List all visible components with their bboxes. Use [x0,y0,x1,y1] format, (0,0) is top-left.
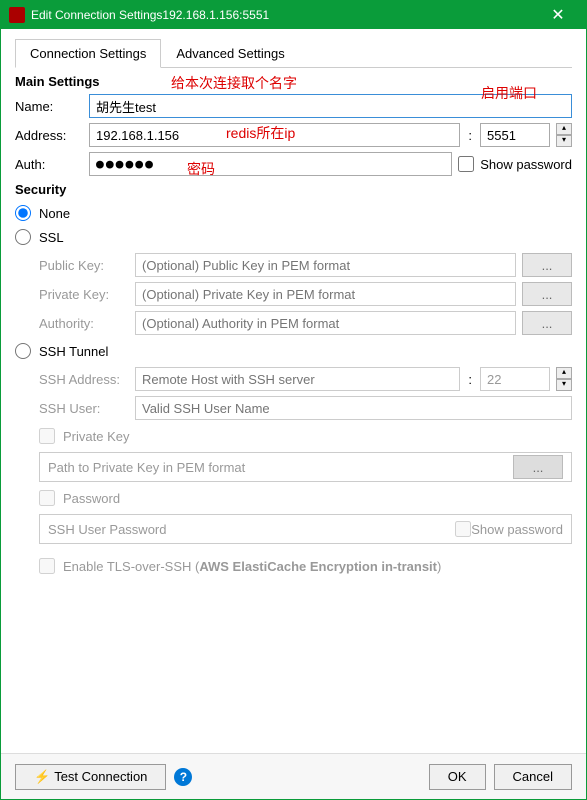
ssh-private-key-path-input: Path to Private Key in PEM format [48,460,513,475]
tab-bar: Connection Settings Advanced Settings [15,39,572,68]
address-label: Address: [15,128,83,143]
address-input[interactable] [89,123,460,147]
security-ssl-row: SSL [15,229,572,245]
ssh-port-input [480,367,550,391]
security-heading: Security [15,182,572,197]
port-input[interactable] [480,123,550,147]
name-row: Name: [15,94,572,118]
ssh-show-password-label: Show password [471,522,563,537]
address-port-separator: : [466,128,474,143]
tab-advanced-settings[interactable]: Advanced Settings [161,39,299,67]
help-icon[interactable]: ? [174,768,192,786]
auth-input[interactable] [89,152,452,176]
main-settings-heading: Main Settings [15,74,572,89]
ssl-public-key-browse-button[interactable]: ... [522,253,572,277]
security-ssh-radio[interactable] [15,343,31,359]
dialog-window: Edit Connection Settings192.168.1.156:55… [0,0,587,800]
auth-row: Auth: Show password [15,152,572,176]
chevron-up-icon[interactable]: ▴ [556,123,572,135]
ssl-authority-label: Authority: [39,316,129,331]
ssh-private-key-path-row: Path to Private Key in PEM format ... [39,452,572,482]
ssh-private-key-label: Private Key [63,429,129,444]
ssh-port-separator: : [466,372,474,387]
chevron-down-icon[interactable]: ▾ [556,135,572,147]
show-password-checkbox[interactable] [458,156,474,172]
test-connection-label: Test Connection [54,769,147,784]
ssh-user-input [135,396,572,420]
ssh-private-key-checkbox [39,428,55,444]
test-connection-button[interactable]: ⚡ Test Connection [15,764,166,790]
ssl-private-key-label: Private Key: [39,287,129,302]
address-row: Address: : ▴▾ [15,123,572,147]
ssh-password-row: SSH User Password Show password [39,514,572,544]
ssl-private-key-browse-button[interactable]: ... [522,282,572,306]
security-none-row: None [15,205,572,221]
security-ssh-label: SSH Tunnel [39,344,108,359]
ssh-password-label: Password [63,491,120,506]
name-label: Name: [15,99,83,114]
ssh-show-password-checkbox [455,521,471,537]
ssh-address-input [135,367,460,391]
ssh-section: SSH Address: : ▴▾ SSH User: Private Key … [39,367,572,574]
ssl-authority-input [135,311,516,335]
chevron-down-icon: ▾ [556,379,572,391]
dialog-footer: ⚡ Test Connection ? OK Cancel [1,753,586,799]
cancel-button[interactable]: Cancel [494,764,572,790]
ssl-public-key-input [135,253,516,277]
chevron-up-icon: ▴ [556,367,572,379]
security-none-label: None [39,206,70,221]
security-ssl-label: SSL [39,230,64,245]
ssl-section: Public Key: ... Private Key: ... Authori… [39,253,572,335]
ssh-address-label: SSH Address: [39,372,129,387]
auth-label: Auth: [15,157,83,172]
dialog-content: Connection Settings Advanced Settings Ma… [1,29,586,753]
show-password-label: Show password [480,157,572,172]
ssh-port-spinner: ▴▾ [556,367,572,391]
close-icon[interactable]: ✕ [538,5,578,25]
window-title: Edit Connection Settings192.168.1.156:55… [31,8,538,22]
security-ssh-row: SSH Tunnel [15,343,572,359]
tls-over-ssh-checkbox [39,558,55,574]
ssh-private-key-browse-button: ... [513,455,563,479]
ssh-user-label: SSH User: [39,401,129,416]
ssh-password-input: SSH User Password [48,522,455,537]
security-ssl-radio[interactable] [15,229,31,245]
security-none-radio[interactable] [15,205,31,221]
name-input[interactable] [89,94,572,118]
port-spinner[interactable]: ▴▾ [556,123,572,147]
ssl-authority-browse-button[interactable]: ... [522,311,572,335]
ssh-password-checkbox [39,490,55,506]
ssl-public-key-label: Public Key: [39,258,129,273]
ssl-private-key-input [135,282,516,306]
ok-button[interactable]: OK [429,764,486,790]
lightning-icon: ⚡ [34,769,50,785]
app-icon [9,7,25,23]
tab-connection-settings[interactable]: Connection Settings [15,39,161,68]
title-bar: Edit Connection Settings192.168.1.156:55… [1,1,586,29]
tls-over-ssh-label: Enable TLS-over-SSH (AWS ElastiCache Enc… [63,559,441,574]
